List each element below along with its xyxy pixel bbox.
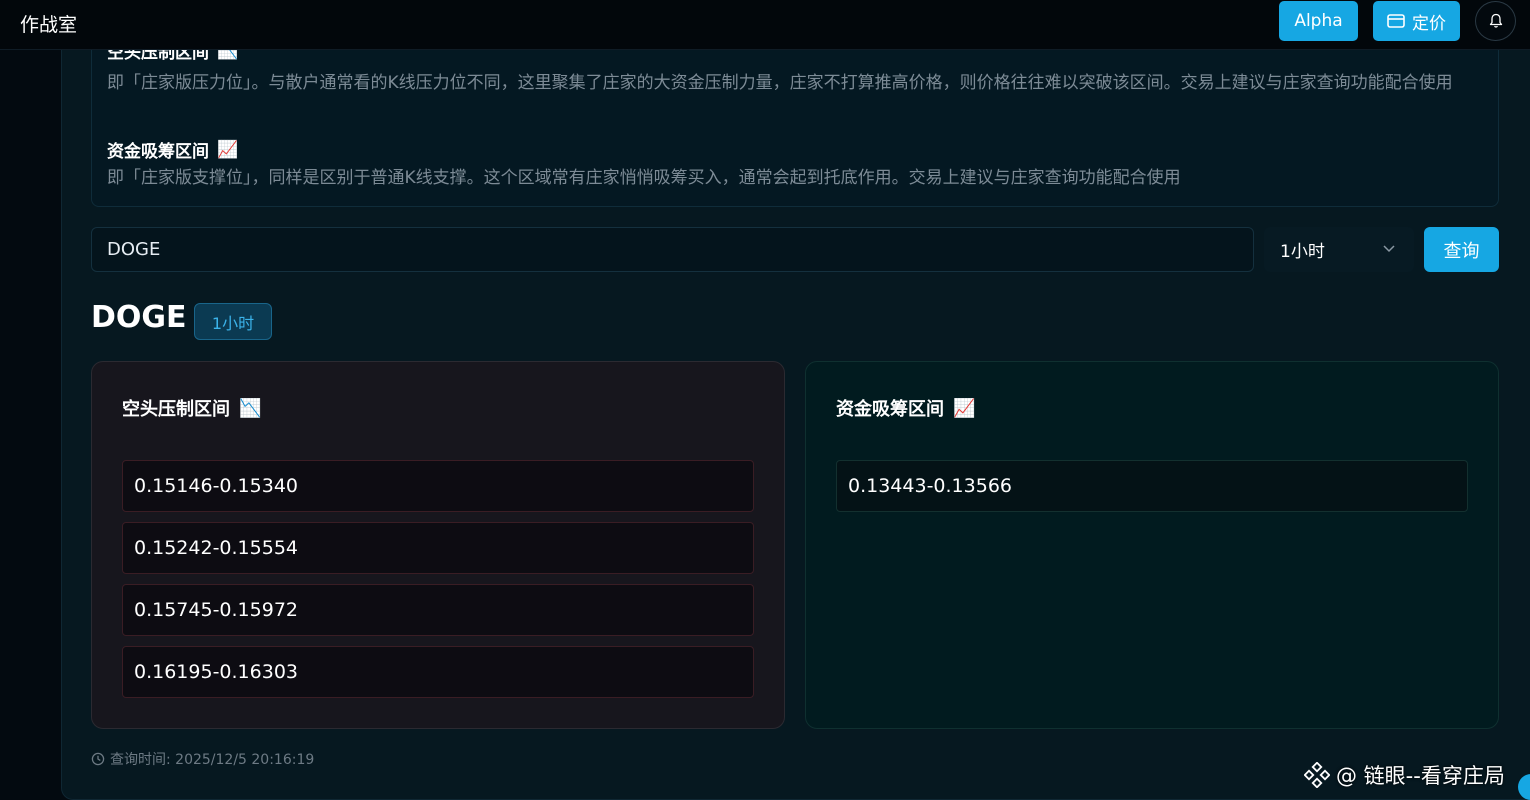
- interval-badge: 1小时: [194, 303, 272, 340]
- bell-icon: [1489, 13, 1502, 28]
- short-range-item: 0.15242-0.15554: [122, 522, 754, 574]
- chart-up-icon: 📈: [953, 397, 976, 419]
- chart-down-icon: 📉: [239, 397, 262, 419]
- short-card-title-text: 空头压制区间: [122, 399, 230, 420]
- short-range-item: 0.16195-0.16303: [122, 646, 754, 698]
- symbol-search-input[interactable]: [91, 227, 1254, 272]
- alpha-button[interactable]: Alpha: [1279, 1, 1358, 41]
- long-zone-card: 资金吸筹区间 📈 0.13443-0.13566: [805, 361, 1499, 729]
- interval-select[interactable]: 1小时: [1264, 227, 1414, 272]
- short-zone-card: 空头压制区间 📉 0.15146-0.15340 0.15242-0.15554…: [91, 361, 785, 729]
- info-long-title-text: 资金吸筹区间: [107, 142, 209, 162]
- watermark-text: @ 链眼--看穿庄局: [1336, 764, 1505, 788]
- result-symbol: DOGE: [91, 300, 187, 335]
- card-icon: [1387, 14, 1405, 28]
- long-card-title-text: 资金吸筹区间: [836, 399, 944, 420]
- query-time: 查询时间: 2025/12/5 20:16:19: [91, 749, 314, 769]
- short-range-item: 0.15146-0.15340: [122, 460, 754, 512]
- info-long-title: 资金吸筹区间 📈: [107, 137, 239, 163]
- short-card-title: 空头压制区间 📉: [122, 395, 261, 421]
- notification-button[interactable]: [1475, 1, 1516, 41]
- short-range-item: 0.15745-0.15972: [122, 584, 754, 636]
- long-range-item: 0.13443-0.13566: [836, 460, 1468, 512]
- interval-select-value: 1小时: [1280, 242, 1325, 262]
- pricing-button[interactable]: 定价: [1373, 1, 1460, 41]
- watermark: @ 链眼--看穿庄局: [1304, 760, 1505, 790]
- info-long-desc: 即「庄家版支撑位」，同样是区别于普通K线支撑。这个区域常有庄家悄悄吸筹买入，通常…: [107, 168, 1181, 188]
- chevron-down-icon: [1383, 245, 1395, 253]
- info-short-desc: 即「庄家版压力位」。与散户通常看的K线压力位不同，这里聚集了庄家的大资金压制力量…: [107, 73, 1453, 93]
- pricing-label: 定价: [1412, 13, 1446, 34]
- chart-up-icon: 📈: [217, 139, 239, 160]
- query-time-text: 查询时间: 2025/12/5 20:16:19: [110, 752, 315, 768]
- app-title: 作战室: [20, 14, 78, 36]
- top-bar: 作战室 Alpha 定价: [0, 0, 1530, 50]
- query-button[interactable]: 查询: [1424, 227, 1499, 272]
- clock-icon: [91, 752, 105, 766]
- long-card-title: 资金吸筹区间 📈: [836, 395, 975, 421]
- binance-logo-icon: [1304, 762, 1330, 788]
